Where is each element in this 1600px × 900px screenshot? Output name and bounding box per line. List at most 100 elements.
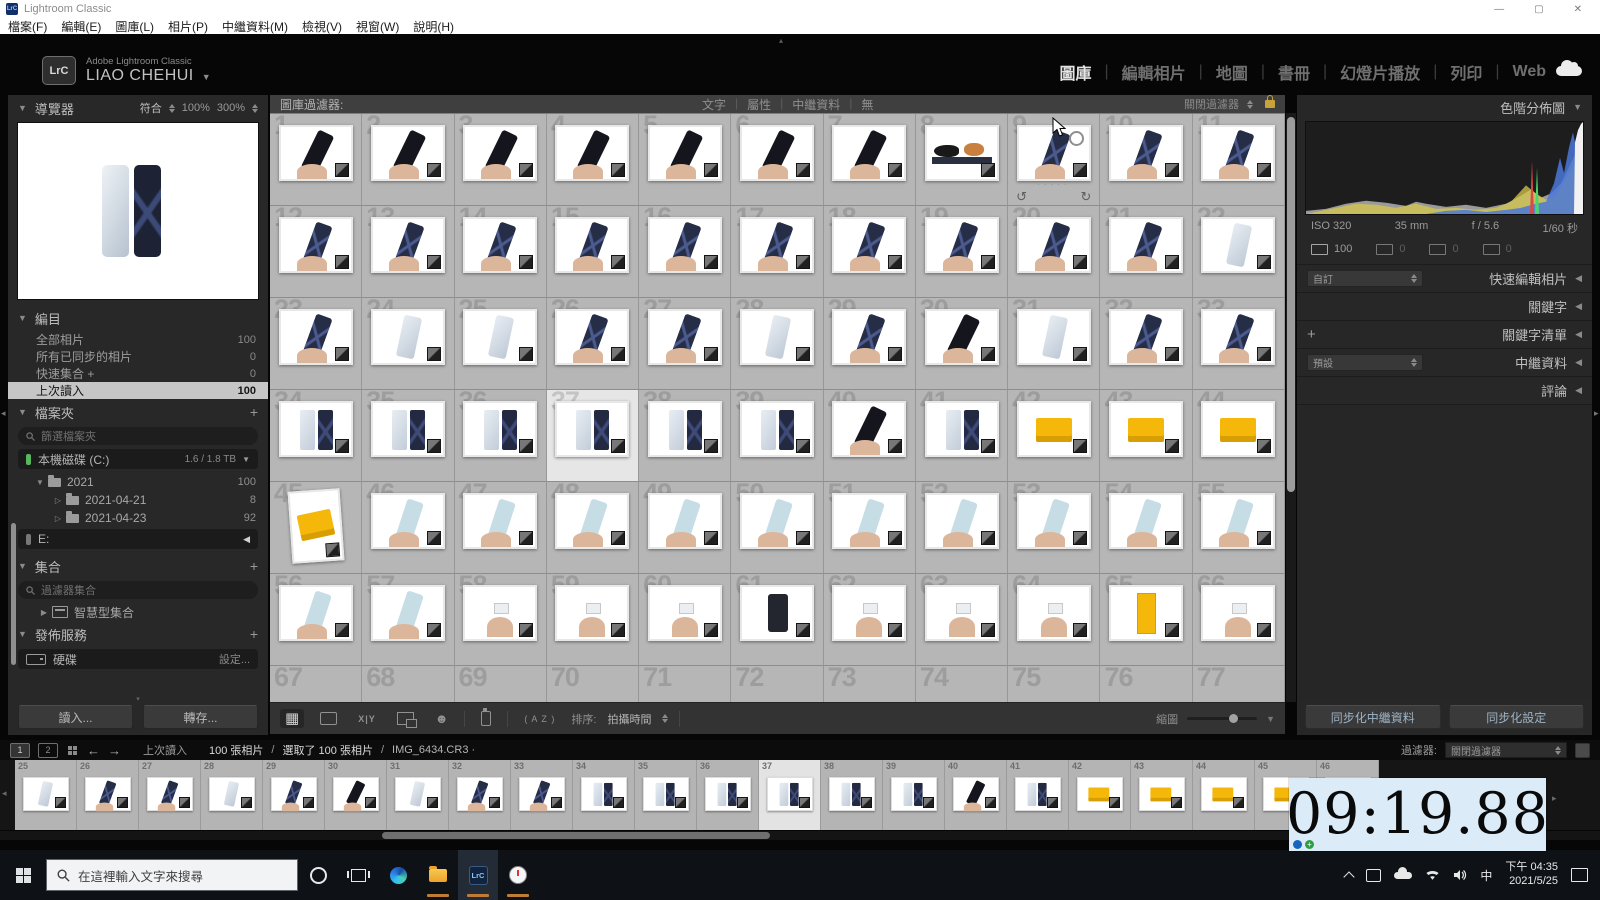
grid-cell-70[interactable]: 70 <box>547 666 639 702</box>
grid-cell-28[interactable]: 28 <box>731 298 823 390</box>
zoom-100-option[interactable]: 100% <box>182 102 210 114</box>
grid-cell-22[interactable]: 22 <box>1193 206 1285 298</box>
quick-develop-preset-dropdown[interactable]: 自訂 <box>1307 270 1423 287</box>
photo-thumbnail[interactable] <box>555 125 629 181</box>
photo-thumbnail[interactable] <box>395 777 441 811</box>
grid-cell-36[interactable]: 36 <box>455 390 547 482</box>
module-tab[interactable]: 地圖 <box>1216 60 1248 84</box>
comments-header[interactable]: 評論 ◀ <box>1297 377 1592 405</box>
photo-thumbnail[interactable] <box>1015 777 1061 811</box>
disclosure-icon[interactable]: ▼ <box>242 455 250 464</box>
collapse-left-icon[interactable]: ◀ <box>243 534 250 545</box>
photo-thumbnail[interactable] <box>1109 585 1183 641</box>
photo-thumbnail[interactable] <box>279 217 353 273</box>
photo-thumbnail[interactable] <box>1017 309 1091 365</box>
photo-thumbnail[interactable] <box>279 309 353 365</box>
tablet-mode-icon[interactable] <box>1366 869 1381 882</box>
collections-header[interactable]: ▼ 集合 + <box>8 553 268 579</box>
photo-thumbnail[interactable] <box>463 309 537 365</box>
grid-view-shortcut-icon[interactable] <box>68 746 77 755</box>
photo-thumbnail[interactable] <box>832 585 906 641</box>
restore-icon[interactable]: ▢ <box>1534 4 1543 15</box>
photo-thumbnail[interactable] <box>1201 309 1275 365</box>
timer-add-icon[interactable]: + <box>1305 840 1314 849</box>
rating-dots[interactable]: ····· <box>1037 180 1070 189</box>
photo-thumbnail[interactable] <box>648 493 722 549</box>
zoom-300-option[interactable]: 300% <box>217 102 245 114</box>
menu-item[interactable]: 相片(P) <box>168 18 208 35</box>
photo-thumbnail[interactable] <box>463 493 537 549</box>
photo-thumbnail[interactable] <box>740 125 814 181</box>
photo-thumbnail[interactable] <box>705 777 751 811</box>
filmstrip-cell-29[interactable]: 29 <box>263 760 325 830</box>
photo-thumbnail[interactable] <box>371 401 445 457</box>
photo-thumbnail[interactable] <box>1017 401 1091 457</box>
catalog-row[interactable]: 快速集合 +0 <box>8 365 268 382</box>
module-tab[interactable]: 書冊 <box>1278 60 1310 84</box>
tray-expand-icon[interactable] <box>1344 871 1355 882</box>
grid-cell-38[interactable]: 38 <box>639 390 731 482</box>
add-keyword-icon[interactable]: + <box>1307 326 1316 343</box>
photo-thumbnail[interactable] <box>1109 309 1183 365</box>
photo-thumbnail[interactable] <box>371 309 445 365</box>
module-tab[interactable]: 幻燈片播放 <box>1340 60 1420 84</box>
photo-thumbnail[interactable] <box>1109 217 1183 273</box>
filmstrip-cell-44[interactable]: 44 <box>1193 760 1255 830</box>
photo-thumbnail[interactable] <box>555 217 629 273</box>
left-panel-edge-arrow[interactable]: ◂ <box>1 408 6 419</box>
people-view-button[interactable]: ☻ <box>430 710 454 727</box>
filmstrip-cell-41[interactable]: 41 <box>1007 760 1069 830</box>
grid-cell-40[interactable]: 40 <box>824 390 916 482</box>
grid-cell-4[interactable]: 4 <box>547 114 639 206</box>
photo-thumbnail[interactable] <box>519 777 565 811</box>
sync-metadata-button[interactable]: 同步化中繼資料 <box>1305 705 1441 729</box>
photo-thumbnail[interactable] <box>1201 217 1275 273</box>
speaker-icon[interactable] <box>1453 869 1467 881</box>
folder-row[interactable]: ▷2021-04-218 <box>8 491 268 509</box>
add-folder-icon[interactable]: + <box>250 404 258 420</box>
catalog-row[interactable]: 上次讀入100 <box>8 382 268 399</box>
photo-thumbnail[interactable] <box>1017 585 1091 641</box>
grid-cell-65[interactable]: 65 <box>1100 574 1192 666</box>
catalog-row[interactable]: 所有已同步的相片0 <box>8 348 268 365</box>
photo-thumbnail[interactable] <box>23 777 69 811</box>
painter-tool-button[interactable] <box>476 709 496 728</box>
grid-cell-37[interactable]: 37 <box>547 390 639 482</box>
photo-thumbnail[interactable] <box>832 493 906 549</box>
grid-cell-31[interactable]: 31 <box>1008 298 1100 390</box>
photo-thumbnail[interactable] <box>740 217 814 273</box>
photo-thumbnail[interactable] <box>555 585 629 641</box>
grid-cell-55[interactable]: 55 <box>1193 482 1285 574</box>
grid-scrollbar-track[interactable] <box>1286 113 1296 702</box>
grid-cell-42[interactable]: 42 <box>1008 390 1100 482</box>
photo-thumbnail[interactable] <box>891 777 937 811</box>
grid-cell-51[interactable]: 51 <box>824 482 916 574</box>
photo-thumbnail[interactable] <box>829 777 875 811</box>
filmstrip-filter-dropdown[interactable]: 關閉過濾器 <box>1445 742 1567 758</box>
grid-cell-1[interactable]: 1 <box>270 114 362 206</box>
rotate-right-icon[interactable]: ↻ <box>1081 189 1092 205</box>
grid-cell-20[interactable]: 20 <box>1008 206 1100 298</box>
grid-cell-71[interactable]: 71 <box>639 666 731 702</box>
grid-cell-53[interactable]: 53 <box>1008 482 1100 574</box>
photo-thumbnail[interactable] <box>1109 493 1183 549</box>
grid-cell-49[interactable]: 49 <box>639 482 731 574</box>
grid-cell-76[interactable]: 76 <box>1100 666 1192 702</box>
edge-button[interactable] <box>378 850 418 900</box>
keyword-list-header[interactable]: + 關鍵字清單 ◀ <box>1297 321 1592 349</box>
left-panel-scrollbar[interactable] <box>11 523 16 665</box>
photo-thumbnail[interactable] <box>555 493 629 549</box>
grid-cell-77[interactable]: 77 <box>1193 666 1285 702</box>
photo-thumbnail[interactable] <box>648 401 722 457</box>
grid-cell-32[interactable]: 32 <box>1100 298 1192 390</box>
grid-cell-24[interactable]: 24 <box>362 298 454 390</box>
photo-thumbnail[interactable] <box>740 585 814 641</box>
grid-cell-62[interactable]: 62 <box>824 574 916 666</box>
grid-cell-72[interactable]: 72 <box>731 666 823 702</box>
photo-thumbnail[interactable] <box>1201 585 1275 641</box>
grid-cell-12[interactable]: 12 <box>270 206 362 298</box>
photo-thumbnail[interactable] <box>925 217 999 273</box>
photo-thumbnail[interactable] <box>1017 493 1091 549</box>
publish-header[interactable]: ▼ 發佈服務 + <box>8 621 268 647</box>
photo-thumbnail[interactable] <box>371 585 445 641</box>
